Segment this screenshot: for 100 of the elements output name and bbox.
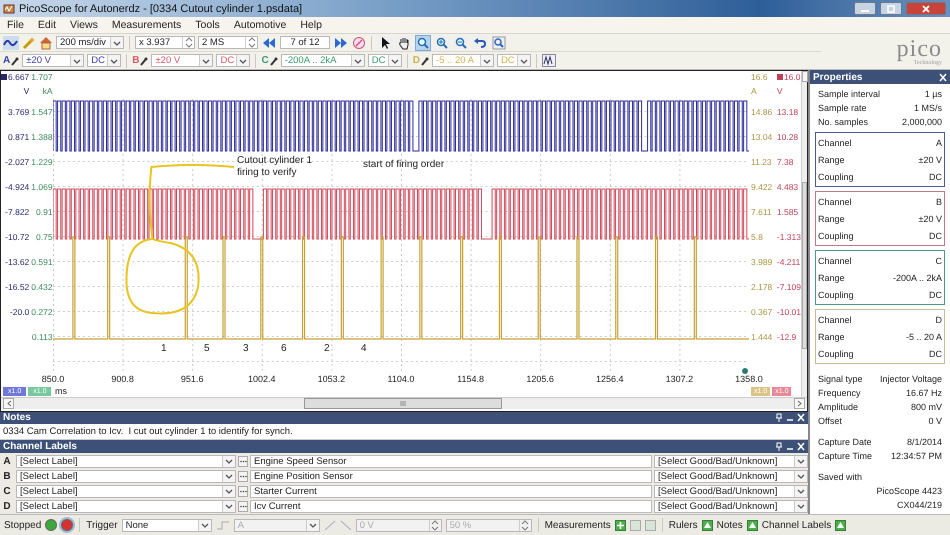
close-icon[interactable] (797, 413, 805, 422)
description-field[interactable]: Engine Speed Sensor (250, 454, 652, 468)
scroll-right-button[interactable] (794, 398, 805, 409)
pointer-tool[interactable] (377, 34, 393, 50)
notes-button[interactable] (746, 520, 758, 530)
menu-item[interactable]: Edit (30, 19, 64, 31)
zoom-in-icon (435, 36, 449, 50)
axis-label: -20.0 (10, 306, 30, 316)
label-dropdown[interactable]: [Select Label] (16, 454, 236, 468)
range-dropdown[interactable]: ±20 V (151, 54, 214, 67)
axis-label: 3.989 (751, 256, 772, 266)
coupling-dropdown[interactable]: DC (87, 54, 122, 67)
magnifier-tool[interactable] (415, 34, 431, 50)
status-dropdown[interactable]: [Select Good/Bad/Unknown] (654, 470, 808, 482)
property-value: DC (929, 290, 942, 300)
channel-letter[interactable]: A (3, 55, 10, 66)
scrollbar-thumb[interactable] (802, 182, 807, 349)
axis-label: 0.367 (751, 306, 772, 316)
coupling-dropdown[interactable]: DC (368, 54, 402, 67)
status-dropdown[interactable]: [Select Good/Bad/Unknown] (654, 454, 808, 468)
cylinder-number: 5 (204, 343, 210, 354)
more-button[interactable] (238, 470, 248, 482)
menu-item[interactable]: File (0, 19, 31, 31)
rulers-button[interactable] (702, 520, 713, 530)
menu-item[interactable]: Views (63, 19, 105, 31)
menu-item[interactable]: Measurements (104, 19, 188, 31)
pin-icon[interactable] (775, 442, 783, 452)
status-text: Stopped (4, 520, 42, 530)
more-button[interactable] (238, 456, 248, 466)
zoom-spinner[interactable]: x 3.937 (135, 36, 195, 49)
axis-label: 7.611 (751, 206, 772, 216)
trigger-mode-dropdown[interactable]: None (122, 518, 212, 532)
axis-label: 1205.6 (525, 374, 555, 386)
status-dropdown[interactable]: [Select Good/Bad/Unknown] (654, 500, 808, 512)
stop-button[interactable] (61, 519, 74, 531)
ruler-marker-icon[interactable] (1, 74, 7, 80)
undo-tool[interactable] (472, 34, 488, 50)
range-dropdown[interactable]: ±20 V (22, 54, 84, 67)
scroll-left-button[interactable] (3, 398, 14, 409)
zoom-in-tool[interactable] (434, 34, 450, 50)
axis-label: 900.8 (110, 374, 135, 386)
probe-icon[interactable] (270, 56, 278, 66)
axis-label: 850.0 (40, 374, 66, 386)
home-icon[interactable] (39, 36, 53, 50)
axis-label: 0.432 (31, 282, 53, 292)
label-dropdown[interactable]: [Select Label] (16, 470, 236, 482)
axis-label: 1.547 (31, 106, 53, 116)
description-field[interactable]: Engine Position Sensor (250, 470, 652, 482)
axis-label: 9.422 (751, 182, 772, 192)
menu-item[interactable]: Tools (188, 19, 227, 31)
property-label: Offset (818, 416, 842, 426)
zoom-fit-tool[interactable] (491, 34, 507, 50)
probe-icon[interactable] (140, 56, 148, 66)
status-dropdown[interactable]: [Select Good/Bad/Unknown] (654, 484, 808, 498)
math-channel-icon[interactable] (542, 54, 556, 67)
toolbar-label: Rulers (668, 520, 698, 530)
toolbar-label: Channel Labels (762, 520, 832, 530)
property-label: No. samples (818, 116, 868, 126)
axis-label: 11.23 (751, 156, 772, 166)
property-label: Coupling (818, 230, 854, 240)
spinner-arrows-icon (520, 518, 530, 532)
label-dropdown[interactable]: [Select Label] (16, 484, 236, 498)
start-button[interactable] (45, 519, 58, 531)
axis-label: 7.38 (776, 156, 794, 166)
axis-label: 1.388 (31, 132, 53, 142)
channel-labels-button[interactable] (835, 520, 846, 530)
label-dropdown[interactable]: [Select Label] (16, 500, 236, 512)
more-button[interactable] (238, 486, 248, 496)
timebase-dropdown[interactable]: 200 ms/div (56, 36, 124, 49)
minimize-button[interactable] (854, 2, 876, 15)
trigger-label: Trigger (86, 520, 118, 530)
add-measurement-button[interactable] (614, 520, 626, 530)
samples-spinner[interactable]: 2 MS (198, 36, 258, 49)
ruler-marker-icon[interactable] (776, 74, 783, 80)
scrollbar-thumb[interactable] (304, 398, 502, 409)
waveform-icon[interactable] (3, 36, 19, 50)
maximize-button[interactable] (880, 2, 902, 15)
property-value: ±20 V (918, 154, 942, 164)
undo-icon (473, 36, 487, 50)
coupling-dropdown[interactable]: DC (216, 54, 250, 67)
menu-item[interactable]: Automotive (226, 19, 294, 31)
probe-icon[interactable] (11, 56, 20, 66)
menu-item[interactable]: Help (293, 19, 329, 31)
window-title: PicoScope for Autonerdz - [0334 Cutout cylinder 1.psdata] (19, 2, 304, 14)
close-icon[interactable] (797, 442, 805, 452)
hand-tool[interactable] (396, 34, 412, 50)
close-icon[interactable] (939, 72, 947, 82)
property-value: 0 V (928, 416, 942, 426)
axis-unit: V (24, 86, 30, 96)
ruler-handle-icon[interactable] (742, 368, 748, 374)
close-button[interactable] (906, 2, 946, 15)
more-button[interactable] (238, 500, 248, 512)
ellipsis-icon (240, 474, 246, 478)
buffer-field[interactable]: 7 of 12 (280, 36, 330, 49)
axis-label: 1053.2 (316, 374, 346, 386)
description-field[interactable]: Icv Current (250, 500, 652, 512)
pin-icon[interactable] (775, 413, 783, 422)
zoom-out-tool[interactable] (453, 34, 469, 50)
description-field[interactable]: Starter Current (250, 484, 652, 498)
probe-icon[interactable] (420, 56, 429, 66)
